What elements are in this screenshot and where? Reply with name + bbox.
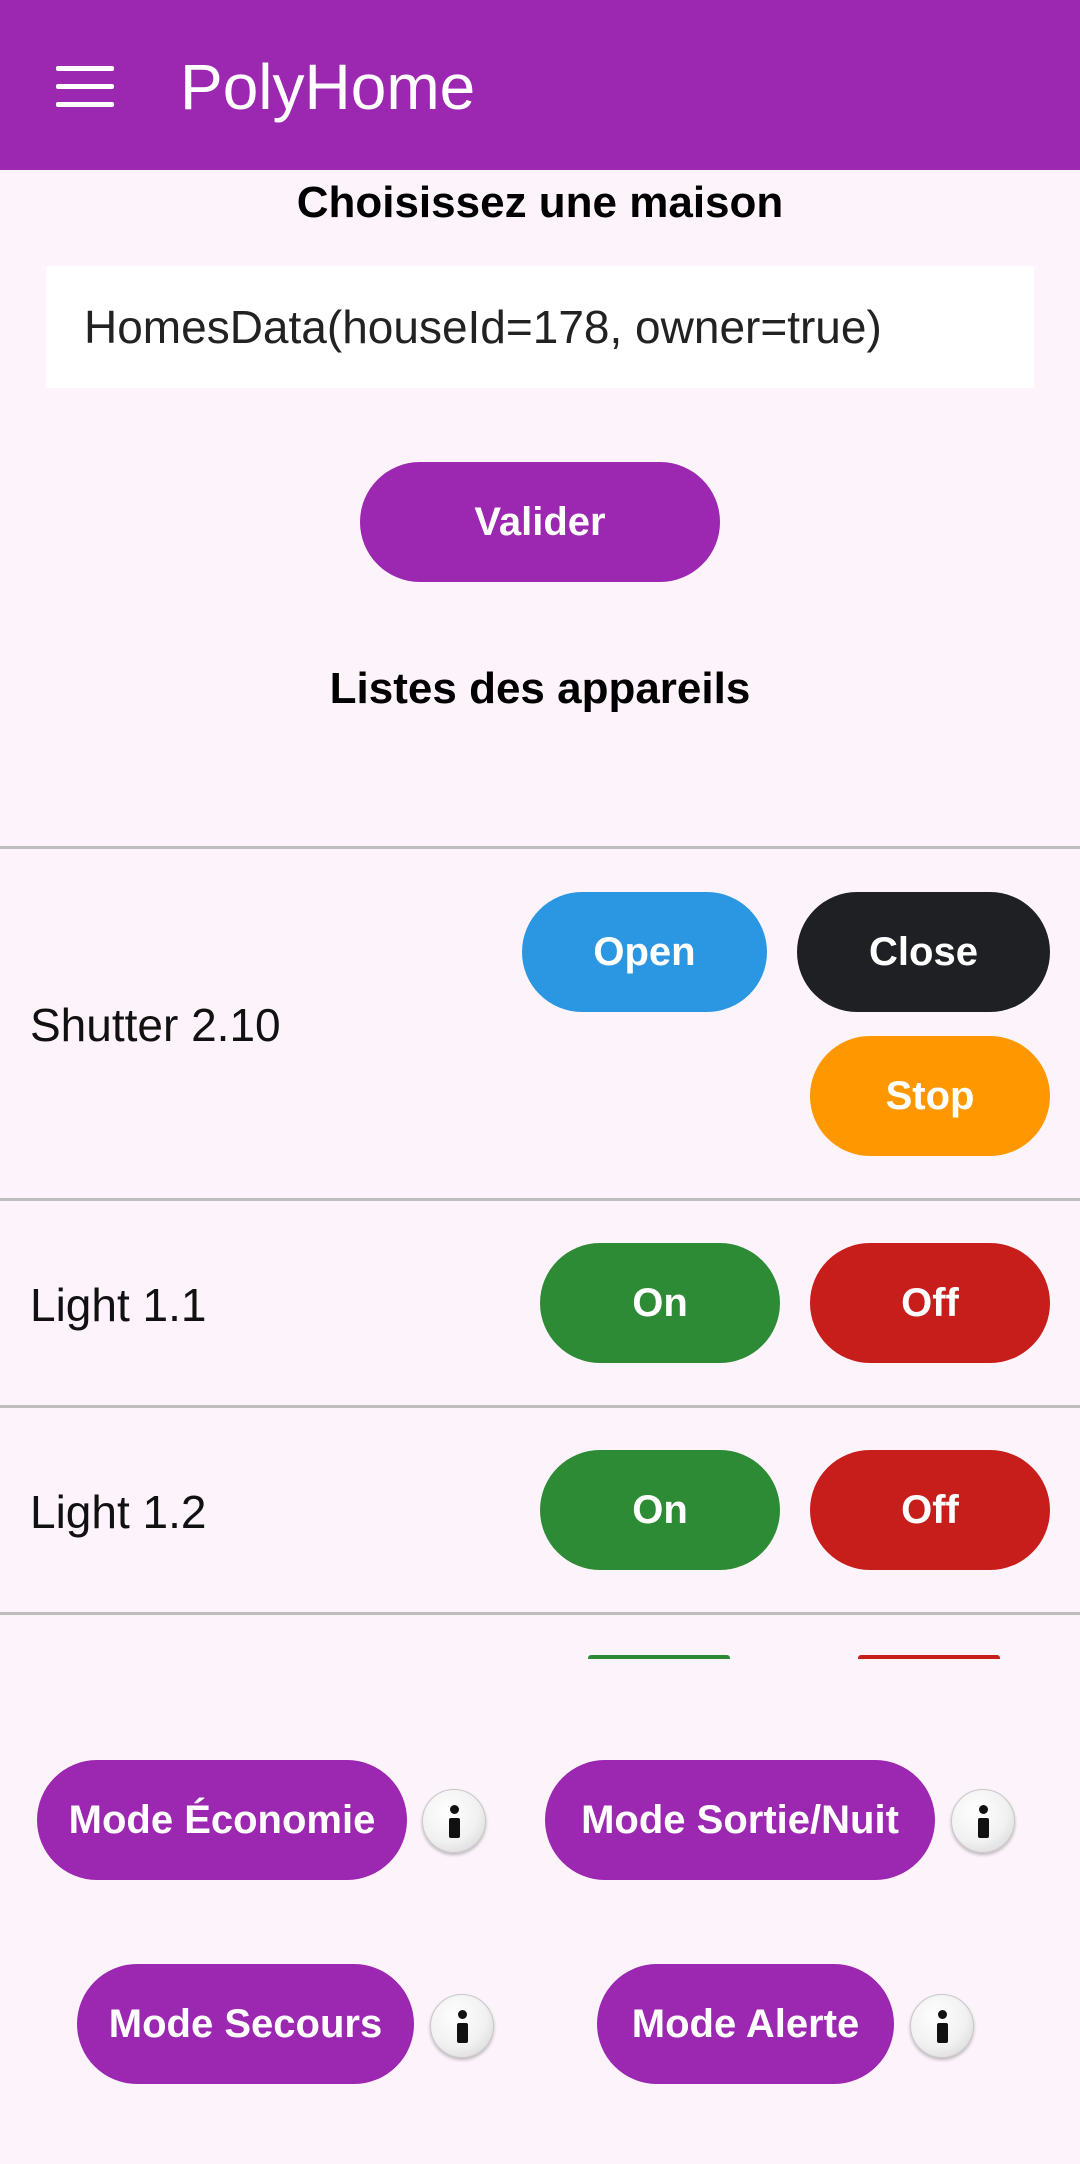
divider (0, 1612, 1080, 1615)
info-icon[interactable] (951, 1789, 1015, 1853)
info-icon[interactable] (910, 1994, 974, 2058)
shutter-open-button[interactable]: Open (522, 892, 767, 1012)
shutter-close-button[interactable]: Close (797, 892, 1050, 1012)
house-selector[interactable]: HomesData(houseId=178, owner=true) (46, 266, 1034, 388)
light-off-button[interactable]: Off (810, 1450, 1050, 1570)
shutter-stop-button[interactable]: Stop (810, 1036, 1050, 1156)
app-title: PolyHome (180, 51, 476, 123)
divider (0, 1198, 1080, 1201)
info-icon[interactable] (422, 1789, 486, 1853)
mode-alert-button[interactable]: Mode Alerte (597, 1964, 894, 2084)
light-on-button[interactable]: On (540, 1243, 780, 1363)
mode-rescue-button[interactable]: Mode Secours (77, 1964, 414, 2084)
divider (0, 1405, 1080, 1408)
validate-button[interactable]: Valider (360, 462, 720, 582)
mode-economy-button[interactable]: Mode Économie (37, 1760, 407, 1880)
divider (0, 846, 1080, 849)
mode-exit-night-button[interactable]: Mode Sortie/Nuit (545, 1760, 935, 1880)
light-off-button[interactable]: Off (810, 1243, 1050, 1363)
light-on-button[interactable]: On (540, 1450, 780, 1570)
partial-on-button (588, 1655, 730, 1659)
device-name-light: Light 1.1 (30, 1279, 207, 1331)
device-name-shutter: Shutter 2.10 (30, 999, 281, 1051)
devices-heading: Listes des appareils (329, 664, 751, 713)
device-name-light: Light 1.2 (30, 1486, 207, 1538)
partial-off-button (858, 1655, 1000, 1659)
menu-icon[interactable] (56, 66, 114, 108)
info-icon[interactable] (430, 1994, 494, 2058)
app-bar: PolyHome (0, 0, 1080, 170)
choose-house-heading: Choisissez une maison (296, 178, 784, 227)
